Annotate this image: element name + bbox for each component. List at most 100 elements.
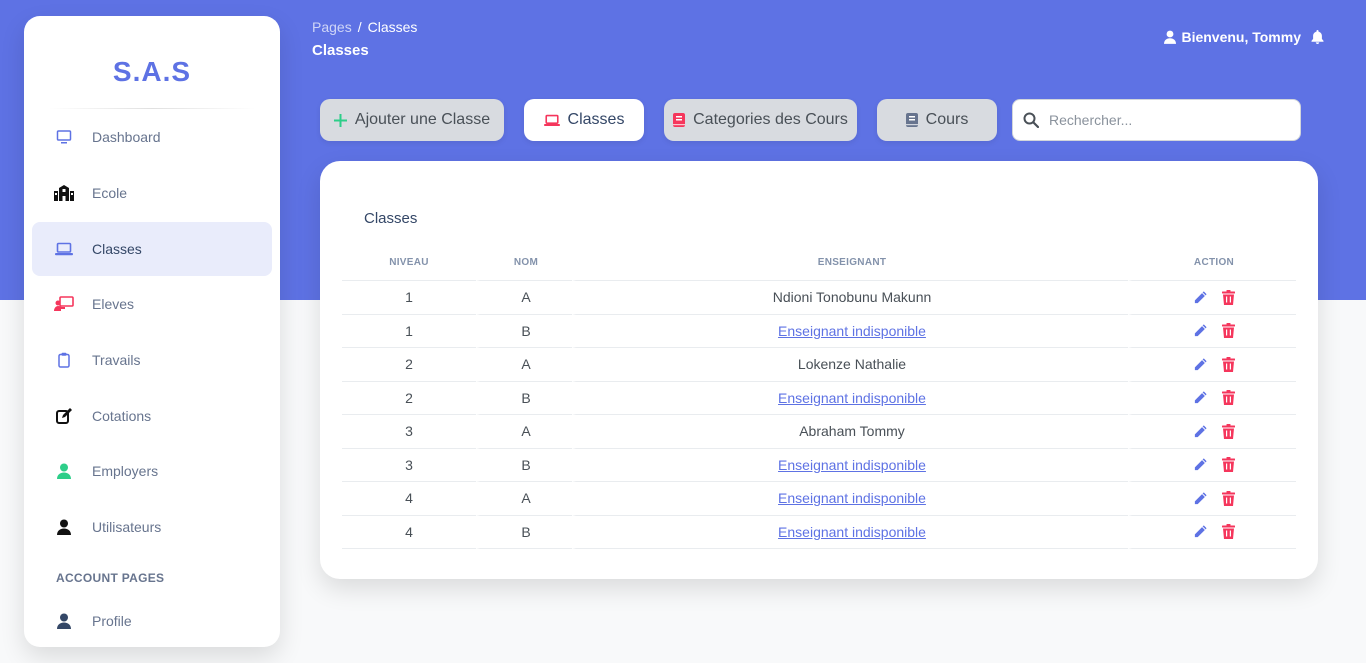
laptop-icon [543,114,560,127]
teacher-unavailable-link[interactable]: Enseignant indisponible [778,323,926,339]
cell-niveau: 2 [342,382,476,415]
laptop-icon [54,239,74,259]
trash-icon[interactable] [1222,356,1235,372]
trash-icon[interactable] [1222,323,1235,339]
sidebar-item-profile[interactable]: Profile [32,594,272,648]
sidebar-item-employers[interactable]: Employers [32,444,272,498]
teacher-name: Ndioni Tonobunu Makunn [772,289,932,306]
sidebar-item-utilisateurs[interactable]: Utilisateurs [32,500,272,554]
sidebar-item-label: Travails [92,352,141,368]
edit-icon[interactable] [1193,424,1208,439]
cell-enseignant: Lokenze Nathalie [572,348,1128,382]
teacher-unavailable-link[interactable]: Enseignant indisponible [778,390,926,406]
teacher-unavailable-link[interactable]: Enseignant indisponible [778,524,926,540]
sidebar-item-label: Utilisateurs [92,519,162,535]
sidebar-item-label: Cotations [92,408,152,424]
sidebar-item-ecole[interactable]: Ecole [32,166,272,220]
cell-action [1128,415,1296,449]
search-box [1012,99,1301,141]
cell-action [1128,482,1296,516]
column-header-nom[interactable]: NOM [476,245,572,281]
edit-icon[interactable] [1193,457,1208,472]
teacher-name: Lokenze Nathalie [797,356,907,373]
user-menu: Bienvenu, Tommy [1164,29,1324,45]
cell-nom: A [476,415,572,449]
brand-logo[interactable]: S.A.S [24,56,280,88]
page-title: Classes [312,42,369,59]
cell-nom: B [476,381,572,415]
sidebar-item-cotations[interactable]: Cotations [32,389,272,443]
school-icon [54,183,74,203]
sidebar-item-label: Ecole [92,185,128,201]
cell-niveau: 4 [342,516,476,549]
clipboard-icon [54,350,74,370]
classes-table: NIVEAU NOM ENSEIGNANT ACTION 1 A Ndioni To… [342,245,1296,549]
table-row: 3 A Abraham Tommy [342,415,1296,449]
user-icon [54,611,74,631]
add-class-label: Ajouter une Classe [354,111,491,128]
classes-button[interactable]: Classes [524,99,644,141]
welcome-text[interactable]: Bienvenu, Tommy [1181,29,1301,45]
cell-niveau: 4 [342,482,476,516]
column-header-enseignant[interactable]: ENSEIGNANT [572,245,1128,281]
edit-icon[interactable] [1193,390,1208,405]
user-icon [54,461,74,481]
edit-icon[interactable] [1193,357,1208,372]
bell-icon[interactable] [1311,30,1324,44]
edit-icon[interactable] [1193,524,1208,539]
breadcrumb-current: Classes [367,19,418,35]
breadcrumb-separator: / [357,19,362,35]
table-row: 4 B Enseignant indisponible [342,515,1296,549]
cell-enseignant: Enseignant indisponible [572,515,1128,549]
cell-action [1128,314,1296,348]
table-header-row: NIVEAU NOM ENSEIGNANT ACTION [342,245,1296,281]
edit-icon[interactable] [1193,491,1208,506]
cell-action [1128,348,1296,382]
card-title: Classes [364,210,418,227]
column-header-niveau[interactable]: NIVEAU [342,245,476,281]
cell-nom: B [476,515,572,549]
courses-button[interactable]: Cours [877,99,997,141]
sidebar: S.A.S Dashboard Ecole Classes Eleves Tra… [24,16,280,647]
table-row: 4 A Enseignant indisponible [342,482,1296,516]
book-icon [673,113,686,127]
trash-icon[interactable] [1222,289,1235,305]
sidebar-item-eleves[interactable]: Eleves [32,277,272,331]
sidebar-item-label: Classes [92,241,142,257]
sidebar-item-travails[interactable]: Travails [32,333,272,387]
sidebar-item-label: Profile [92,613,132,629]
table-row: 1 A Ndioni Tonobunu Makunn [342,281,1296,315]
trash-icon[interactable] [1222,490,1235,506]
trash-icon[interactable] [1222,457,1235,473]
user-icon [54,517,74,537]
edit-icon[interactable] [1193,323,1208,338]
search-input[interactable] [1049,112,1289,128]
cell-action [1128,515,1296,549]
sidebar-item-dashboard[interactable]: Dashboard [32,110,272,164]
cell-niveau: 3 [342,449,476,482]
classes-card: Classes NIVEAU NOM ENSEIGNANT ACTION 1AN… [320,161,1318,579]
teacher-unavailable-link[interactable]: Enseignant indisponible [778,490,926,506]
search-icon [1023,112,1039,128]
sidebar-item-label: Employers [92,463,159,479]
breadcrumb: Pages / Classes [312,19,417,35]
course-categories-label: Categories des Cours [693,111,848,128]
classes-label: Classes [567,111,625,128]
add-class-button[interactable]: Ajouter une Classe [320,99,504,141]
trash-icon[interactable] [1222,524,1235,540]
cell-action [1128,381,1296,415]
breadcrumb-root[interactable]: Pages [312,19,352,35]
user-icon [1164,30,1177,44]
edit-icon [54,406,74,426]
teacher-unavailable-link[interactable]: Enseignant indisponible [778,457,926,473]
trash-icon[interactable] [1222,390,1235,406]
table-row: 2 A Lokenze Nathalie [342,348,1296,382]
edit-icon[interactable] [1193,290,1208,305]
course-categories-button[interactable]: Categories des Cours [664,99,857,141]
sidebar-item-classes[interactable]: Classes [32,222,272,276]
trash-icon[interactable] [1222,423,1235,439]
table-row: 1 B Enseignant indisponible [342,314,1296,348]
cell-enseignant: Enseignant indisponible [572,448,1128,482]
cell-niveau: 2 [342,348,476,382]
sidebar-divider [48,108,256,109]
